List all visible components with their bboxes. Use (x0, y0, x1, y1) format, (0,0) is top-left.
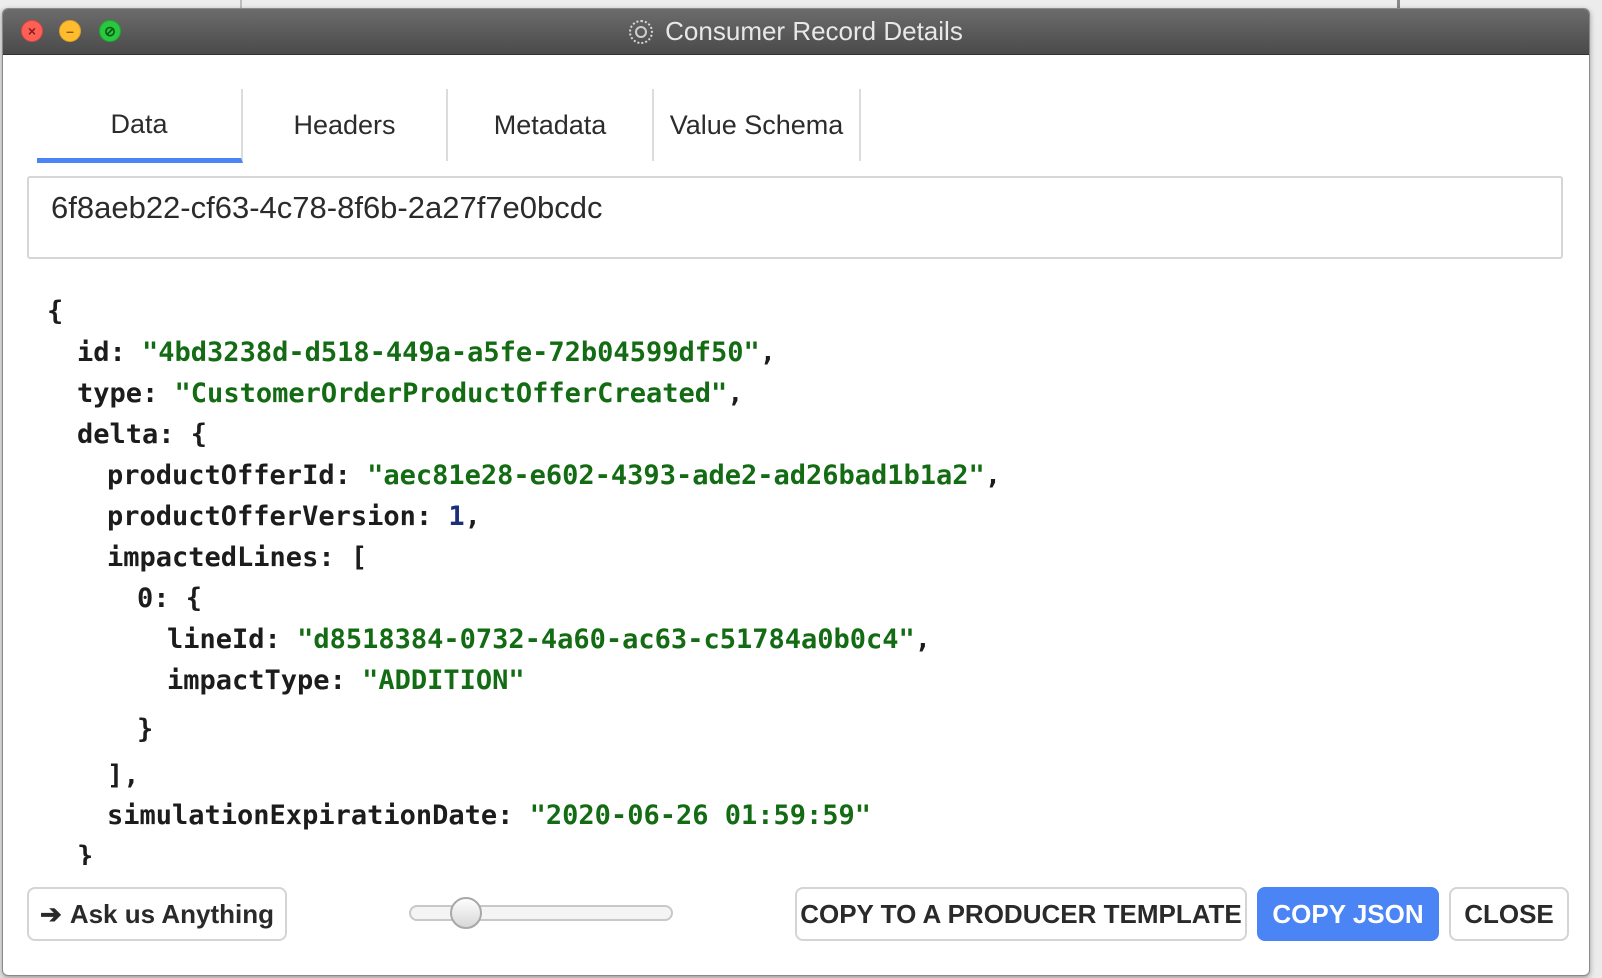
json-line: lineId: "d8518384-0732-4a60-ac63-c51784a… (167, 624, 932, 655)
json-line: 0: { (137, 583, 203, 614)
json-string-value: "d8518384-0732-4a60-ac63-c51784a0b0c4" (297, 624, 915, 655)
tab-metadata[interactable]: Metadata (448, 89, 654, 161)
tab-value-schema[interactable]: Value Schema (654, 89, 861, 161)
json-string-value: "4bd3238d-d518-449a-a5fe-72b04599df50" (142, 337, 760, 368)
json-line: productOfferVersion: 1, (107, 501, 481, 532)
json-key: productOfferId (107, 460, 335, 491)
consumer-record-dialog: × – ⊘ Consumer Record Details Data Heade… (2, 8, 1590, 976)
json-string-value: "2020-06-26 01:59:59" (529, 800, 872, 831)
json-string-value: "CustomerOrderProductOfferCreated" (174, 378, 728, 409)
json-number-value: 1 (448, 501, 465, 532)
json-line: } (137, 713, 153, 747)
json-key: delta (77, 419, 159, 450)
json-brace: } (77, 841, 94, 865)
background-divider (1397, 0, 1400, 8)
json-line: impactType: "ADDITION" (167, 665, 525, 696)
json-line: id: "4bd3238d-d518-449a-a5fe-72b04599df5… (77, 337, 777, 368)
ask-us-anything-label: Ask us Anything (69, 898, 274, 929)
json-key: impactType (167, 665, 330, 696)
json-key: simulationExpirationDate (107, 800, 498, 831)
json-key: id (77, 337, 110, 368)
record-key-value: 6f8aeb22-cf63-4c78-8f6b-2a27f7e0bcdc (51, 190, 603, 225)
json-key: 0 (137, 583, 154, 614)
zoom-slider-track[interactable] (409, 905, 673, 921)
window-title-wrap: Consumer Record Details (3, 9, 1589, 54)
title-bar: × – ⊘ Consumer Record Details (3, 9, 1589, 55)
json-line: simulationExpirationDate: "2020-06-26 01… (107, 800, 872, 831)
json-line: delta: { (77, 419, 208, 450)
json-key: impactedLines (107, 542, 319, 573)
json-line: productOfferId: "aec81e28-e602-4393-ade2… (107, 460, 1002, 491)
json-brace: } (137, 714, 154, 745)
tab-headers[interactable]: Headers (243, 89, 448, 161)
json-string-value: "aec81e28-e602-4393-ade2-ad26bad1b1a2" (367, 460, 985, 491)
background-divider (240, 0, 242, 8)
record-key-field[interactable]: 6f8aeb22-cf63-4c78-8f6b-2a27f7e0bcdc (27, 176, 1563, 259)
window-title: Consumer Record Details (665, 16, 963, 46)
json-line: } (77, 840, 93, 865)
tab-data[interactable]: Data (37, 89, 243, 163)
app-icon (629, 19, 654, 44)
background-window-edge (1588, 0, 1602, 978)
copy-to-producer-template-button[interactable]: COPY TO A PRODUCER TEMPLATE (795, 887, 1247, 941)
json-line: { (47, 295, 63, 329)
json-line: impactedLines: [ (107, 542, 368, 573)
close-button[interactable]: CLOSE (1449, 887, 1569, 941)
dialog-footer: ➔ Ask us Anything COPY TO A PRODUCER TEM… (3, 867, 1589, 975)
json-brace: { (47, 296, 64, 327)
ask-us-anything-button[interactable]: ➔ Ask us Anything (27, 887, 287, 941)
json-line: type: "CustomerOrderProductOfferCreated"… (77, 378, 744, 409)
json-bracket: ], (107, 760, 140, 791)
json-viewer[interactable]: { id: "4bd3238d-d518-449a-a5fe-72b04599d… (3, 285, 1589, 865)
zoom-slider-thumb[interactable] (450, 897, 482, 929)
json-string-value: "ADDITION" (362, 665, 525, 696)
json-line: ], (107, 759, 140, 793)
copy-json-button[interactable]: COPY JSON (1257, 887, 1439, 941)
arrow-right-icon: ➔ (40, 898, 62, 929)
json-key: lineId (167, 624, 265, 655)
json-key: productOfferVersion (107, 501, 416, 532)
json-key: type (77, 378, 143, 409)
